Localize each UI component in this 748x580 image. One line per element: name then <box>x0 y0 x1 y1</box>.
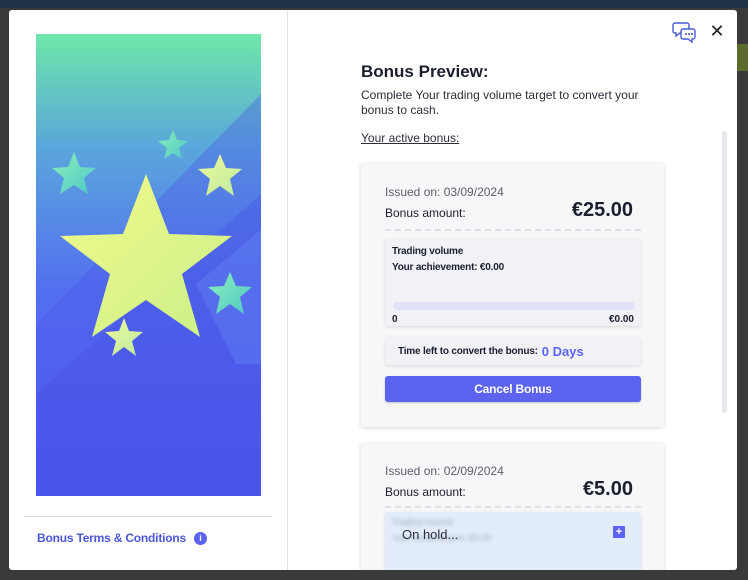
bonus-card: Issued on: 02/09/2024 Bonus amount: €5.0… <box>361 443 664 570</box>
issued-date: Issued on: 03/09/2024 <box>385 185 504 199</box>
time-left-value: 0 Days <box>541 343 584 359</box>
info-icon[interactable]: i <box>193 531 207 545</box>
expand-icon[interactable]: + <box>613 526 625 538</box>
page-top-bar <box>0 0 748 8</box>
trading-volume-box: Trading volume Your achievement: €0.00 0… <box>385 239 641 326</box>
bonus-description: Complete Your trading volume target to c… <box>361 88 639 117</box>
achievement-label: Your achievement: €0.00 <box>392 262 504 273</box>
dashed-divider <box>385 229 641 231</box>
bonus-card: Issued on: 03/09/2024 Bonus amount: €25.… <box>361 163 664 427</box>
bonus-amount: €5.00 <box>582 478 633 500</box>
dashed-divider <box>385 506 641 508</box>
bonus-terms-label[interactable]: Bonus Terms & Conditions <box>37 531 186 545</box>
trading-volume-label: Trading volume <box>392 246 464 257</box>
scrollbar[interactable] <box>722 131 727 413</box>
bonus-terms-link[interactable]: Bonus Terms & Conditions i <box>37 531 207 545</box>
left-panel: Bonus Terms & Conditions i <box>9 10 288 570</box>
stars-illustration <box>36 34 261 496</box>
on-hold-box: Trading volume Your achievement: €0.00 O… <box>385 512 641 570</box>
cancel-bonus-button[interactable]: Cancel Bonus <box>385 376 641 402</box>
progress-bar <box>393 302 635 310</box>
time-left-label: Time left to convert the bonus: <box>398 345 538 357</box>
trading-volume-label: Trading volume <box>392 517 454 527</box>
right-panel: Bonus Preview: Complete Your trading vol… <box>289 10 737 570</box>
progress-max: €0.00 <box>608 314 634 325</box>
left-divider <box>24 516 272 517</box>
bonus-amount: €25.00 <box>571 199 633 221</box>
on-hold-label: On hold... <box>402 527 459 542</box>
progress-min: 0 <box>392 314 398 325</box>
bonus-amount-label: Bonus amount: <box>385 485 466 499</box>
background-strip <box>736 44 748 71</box>
time-left-box: Time left to convert the bonus: 0 Days <box>385 337 641 365</box>
bonus-modal: Bonus Terms & Conditions i ✕ Bonus Previ… <box>9 10 737 570</box>
active-bonus-link[interactable]: Your active bonus: <box>361 131 459 145</box>
issued-date: Issued on: 02/09/2024 <box>385 464 504 478</box>
page-title: Bonus Preview: <box>361 62 489 81</box>
bonus-amount-label: Bonus amount: <box>385 206 466 220</box>
